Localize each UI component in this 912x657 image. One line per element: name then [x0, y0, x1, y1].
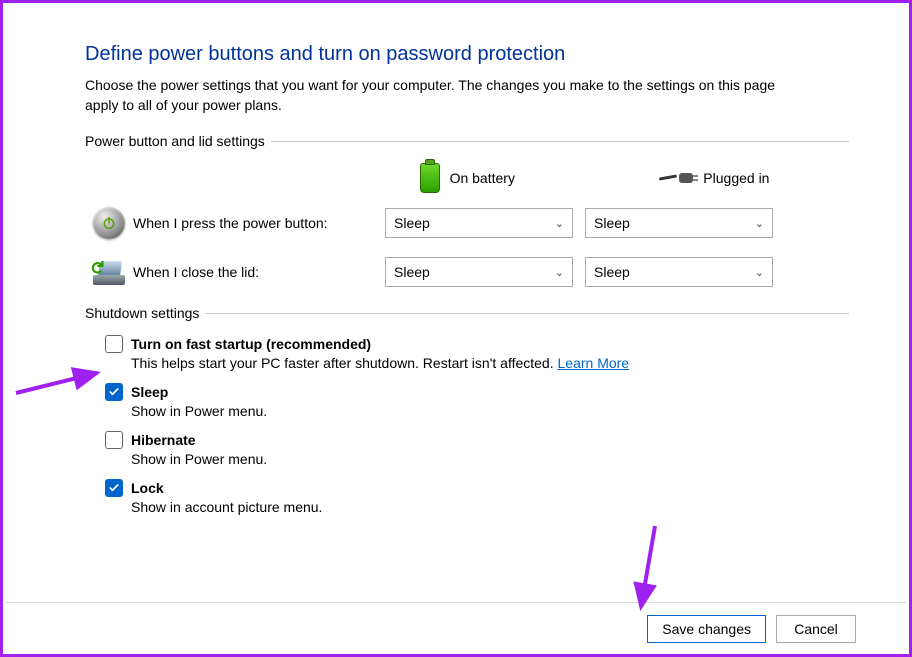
power-button-battery-select[interactable]: Sleep ⌄: [385, 208, 573, 238]
section-header-shutdown: Shutdown settings: [85, 305, 849, 321]
chevron-down-icon: ⌄: [555, 217, 564, 230]
lock-label: Lock: [131, 480, 164, 496]
fast-startup-checkbox[interactable]: [105, 335, 123, 353]
hibernate-item: Hibernate Show in Power menu.: [105, 431, 849, 467]
sleep-label: Sleep: [131, 384, 168, 400]
close-lid-battery-select[interactable]: Sleep ⌄: [385, 257, 573, 287]
divider: [271, 141, 849, 142]
chevron-down-icon: ⌄: [555, 266, 564, 279]
hibernate-checkbox[interactable]: [105, 431, 123, 449]
plug-icon: [659, 171, 693, 185]
column-battery-label: On battery: [450, 170, 515, 186]
select-value: Sleep: [394, 215, 430, 231]
chevron-down-icon: ⌄: [755, 217, 764, 230]
power-button-icon: [93, 207, 125, 239]
section-label: Power button and lid settings: [85, 133, 265, 149]
learn-more-link[interactable]: Learn More: [558, 355, 630, 371]
sleep-checkbox[interactable]: [105, 383, 123, 401]
close-lid-plugged-select[interactable]: Sleep ⌄: [585, 257, 773, 287]
fast-startup-item: Turn on fast startup (recommended) This …: [105, 335, 849, 371]
page-title: Define power buttons and turn on passwor…: [85, 43, 849, 66]
cancel-button[interactable]: Cancel: [776, 615, 856, 643]
hibernate-label: Hibernate: [131, 432, 196, 448]
chevron-down-icon: ⌄: [755, 266, 764, 279]
column-plugged-label: Plugged in: [703, 170, 769, 186]
lock-checkbox[interactable]: [105, 479, 123, 497]
divider: [205, 313, 849, 314]
hibernate-desc: Show in Power menu.: [131, 451, 849, 467]
save-changes-button[interactable]: Save changes: [647, 615, 766, 643]
lock-desc: Show in account picture menu.: [131, 499, 849, 515]
section-header-power-lid: Power button and lid settings: [85, 133, 849, 149]
section-label: Shutdown settings: [85, 305, 199, 321]
sleep-desc: Show in Power menu.: [131, 403, 849, 419]
select-value: Sleep: [394, 264, 430, 280]
sleep-item: Sleep Show in Power menu.: [105, 383, 849, 419]
battery-icon: [420, 163, 440, 193]
fast-startup-label: Turn on fast startup (recommended): [131, 336, 371, 352]
select-value: Sleep: [594, 215, 630, 231]
power-button-row: When I press the power button: Sleep ⌄ S…: [85, 207, 849, 239]
page-description: Choose the power settings that you want …: [85, 76, 805, 115]
footer: Save changes Cancel: [6, 602, 906, 654]
close-lid-label: When I close the lid:: [133, 264, 385, 280]
power-button-plugged-select[interactable]: Sleep ⌄: [585, 208, 773, 238]
laptop-lid-icon: ↻: [91, 259, 127, 285]
lock-item: Lock Show in account picture menu.: [105, 479, 849, 515]
power-button-label: When I press the power button:: [133, 215, 385, 231]
close-lid-row: ↻ When I close the lid: Sleep ⌄ Sleep ⌄: [85, 257, 849, 287]
select-value: Sleep: [594, 264, 630, 280]
fast-startup-desc: This helps start your PC faster after sh…: [131, 355, 849, 371]
